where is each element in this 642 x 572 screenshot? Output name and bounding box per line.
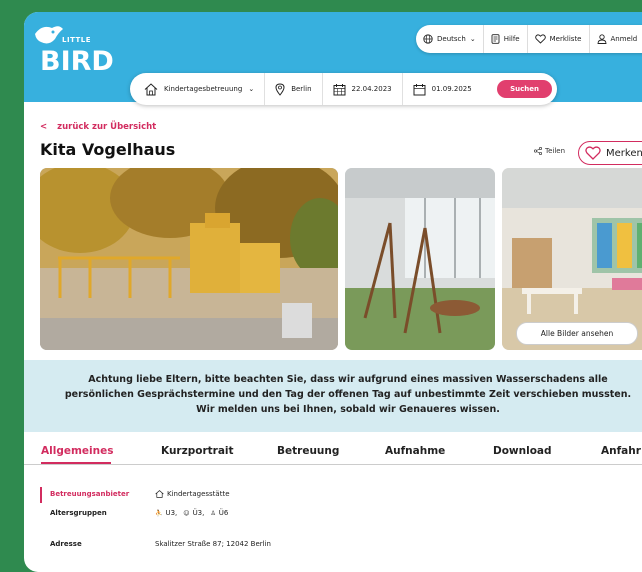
playground-image — [40, 168, 338, 350]
back-link-label: zurück zur Übersicht — [57, 122, 156, 132]
share-icon — [534, 147, 542, 155]
active-tab-indicator — [41, 462, 111, 464]
provider-value-group: Kindertagesstätte — [155, 490, 230, 498]
top-navigation: Deutsch ⌄ Hilfe Merkliste Anmeld — [416, 25, 642, 53]
document-icon — [491, 34, 500, 44]
heart-icon — [535, 34, 546, 44]
provider-value: Kindertagesstätte — [167, 490, 230, 498]
category-select[interactable]: Kindertagesbetreuung ⌄ — [130, 73, 265, 105]
school-child-icon: ♙ — [210, 510, 215, 517]
logo-bird-text: BIRD — [40, 48, 114, 75]
globe-icon — [423, 34, 433, 44]
favorite-label: Merken — [606, 148, 642, 159]
category-value: Kindertagesbetreuung — [164, 85, 242, 93]
bird-logo-icon — [32, 22, 66, 48]
date-to-field[interactable]: 01.09.2025 — [403, 73, 482, 105]
address-label: Adresse — [50, 540, 82, 548]
date-to-value: 01.09.2025 — [432, 85, 472, 93]
share-button[interactable]: Teilen — [534, 147, 565, 155]
notice-text: Achtung liebe Eltern, bitte beachten Sie… — [64, 372, 632, 417]
page-title: Kita Vogelhaus — [40, 140, 175, 159]
little-bird-logo[interactable]: LITTLE BIRD — [32, 22, 124, 78]
share-label: Teilen — [545, 147, 565, 155]
home-icon — [155, 490, 164, 498]
tab-allgemeines[interactable]: Allgemeines — [41, 445, 113, 457]
language-selector[interactable]: Deutsch ⌄ — [416, 25, 484, 53]
photo-interior-room[interactable] — [345, 168, 495, 350]
age-u3: U3, — [165, 509, 177, 517]
help-label: Hilfe — [504, 35, 520, 43]
age-groups-label: Altersgruppen — [50, 509, 107, 517]
heart-icon — [585, 146, 601, 160]
photo-playground[interactable] — [40, 168, 338, 350]
date-from-value: 22.04.2023 — [352, 85, 392, 93]
all-pictures-button[interactable]: Alle Bilder ansehen — [516, 322, 638, 345]
tab-aufnahme[interactable]: Aufnahme — [385, 445, 445, 457]
address-value: Skalitzer Straße 87; 12042 Berlin — [155, 540, 271, 548]
provider-label: Betreuungsanbieter — [50, 490, 129, 498]
location-pin-icon — [275, 83, 285, 96]
calendar-icon — [413, 83, 426, 96]
chevron-down-icon: ⌄ — [248, 85, 254, 93]
logo-little-text: LITTLE — [62, 36, 91, 44]
watchlist-label: Merkliste — [550, 35, 582, 43]
home-icon — [144, 83, 158, 96]
location-field[interactable]: Berlin — [265, 73, 322, 105]
age-ue6: Ü6 — [219, 509, 229, 517]
user-icon — [597, 34, 607, 44]
tab-betreuung[interactable]: Betreuung — [277, 445, 339, 457]
search-button[interactable]: Suchen — [497, 80, 552, 98]
back-to-overview-link[interactable]: < zurück zur Übersicht — [40, 122, 156, 132]
detail-tabs: Allgemeines Kurzportrait Betreuung Aufna… — [24, 442, 642, 465]
chevron-down-icon: ⌄ — [470, 35, 476, 43]
toddler-icon: ⛹ — [155, 510, 162, 517]
calendar-grid-icon — [333, 83, 346, 96]
tab-download[interactable]: Download — [493, 445, 552, 457]
age-groups-value: ⛹ U3, ☺ Ü3, ♙ Ü6 — [155, 509, 228, 517]
page-frame: LITTLE BIRD Deutsch ⌄ Hilfe Merkliste An… — [24, 12, 642, 572]
login-link[interactable]: Anmeld — [590, 25, 642, 53]
search-bar: Kindertagesbetreuung ⌄ Berlin 22.04.2023… — [130, 73, 557, 105]
tab-kurzportrait[interactable]: Kurzportrait — [161, 445, 234, 457]
location-value: Berlin — [291, 85, 311, 93]
watchlist-link[interactable]: Merkliste — [528, 25, 590, 53]
tab-anfahrt[interactable]: Anfahr — [601, 445, 641, 457]
favorite-button[interactable]: Merken — [578, 141, 642, 165]
chevron-left-icon: < — [40, 122, 47, 132]
child-icon: ☺ — [183, 510, 189, 517]
login-label: Anmeld — [611, 35, 638, 43]
help-link[interactable]: Hilfe — [484, 25, 528, 53]
active-section-marker — [40, 487, 42, 503]
language-label: Deutsch — [437, 35, 466, 43]
interior-room-image — [345, 168, 495, 350]
date-from-field[interactable]: 22.04.2023 — [323, 73, 403, 105]
age-ue3: Ü3, — [193, 509, 205, 517]
notice-banner: Achtung liebe Eltern, bitte beachten Sie… — [24, 360, 642, 432]
